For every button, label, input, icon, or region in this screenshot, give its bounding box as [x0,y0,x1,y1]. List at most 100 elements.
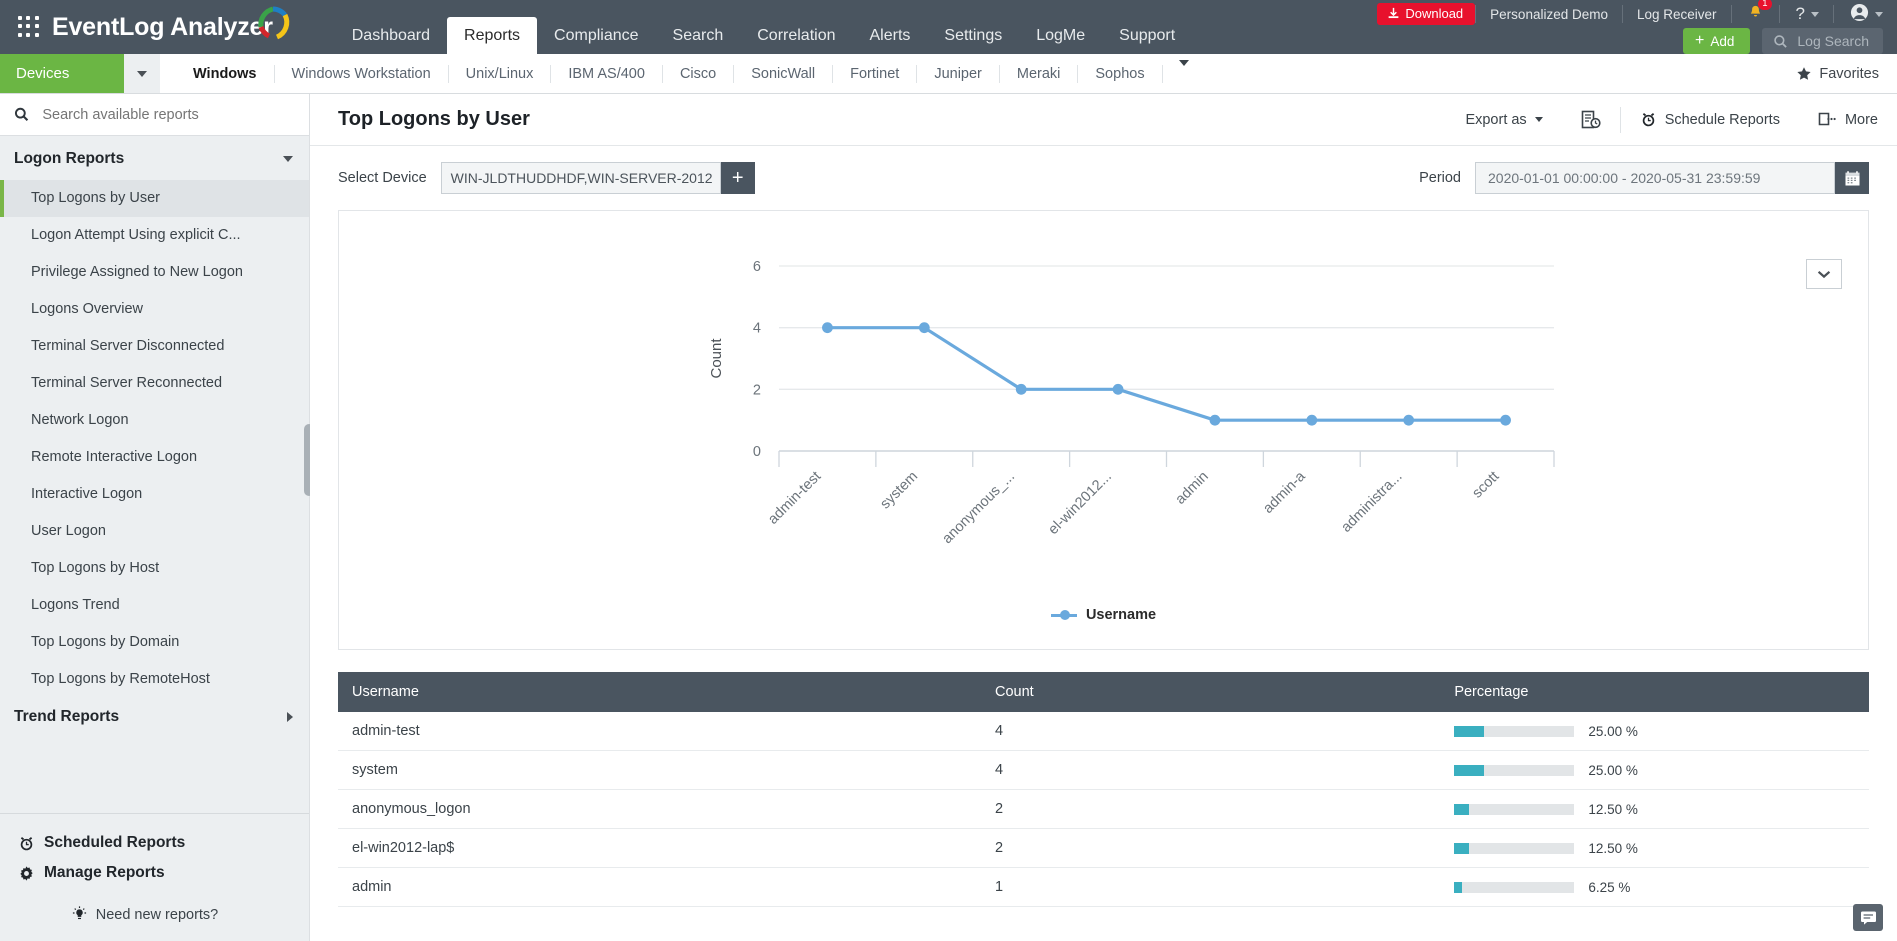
chart-data-point[interactable] [1403,414,1415,426]
column-header-count[interactable]: Count [981,672,1441,712]
sidebar-item-privilege-assigned[interactable]: Privilege Assigned to New Logon [0,254,309,291]
chart-data-point[interactable] [1112,383,1124,395]
add-button[interactable]: + Add [1683,28,1751,54]
main-navigation: Dashboard Reports Compliance Search Corr… [335,0,1192,54]
download-button[interactable]: Download [1377,3,1476,25]
personalized-demo-link[interactable]: Personalized Demo [1476,7,1622,22]
sidebar-item-top-logons-by-host[interactable]: Top Logons by Host [0,550,309,587]
chart-data-point[interactable] [1500,414,1511,426]
sidebar-item-remote-interactive-logon[interactable]: Remote Interactive Logon [0,439,309,476]
percentage-bar-fill [1454,764,1485,776]
tab-sonicwall[interactable]: SonicWall [734,64,834,83]
nav-logme[interactable]: LogMe [1019,18,1102,54]
column-header-percentage[interactable]: Percentage [1440,672,1869,712]
sidebar-section-label: Logon Reports [14,150,125,167]
export-as-dropdown[interactable]: Export as [1446,112,1561,128]
tab-windows[interactable]: Windows [176,64,275,83]
chart-data-point[interactable] [1306,414,1318,426]
cell-percentage: 12.50 % [1440,789,1869,829]
tab-meraki[interactable]: Meraki [1000,64,1079,83]
sidebar-item-logons-overview[interactable]: Logons Overview [0,291,309,328]
sidebar-item-top-logons-by-user[interactable]: Top Logons by User [0,180,309,217]
user-avatar-icon[interactable] [1834,3,1875,26]
table-row[interactable]: system 4 25.00 % [338,750,1869,790]
lightbulb-icon [72,906,86,920]
nav-dashboard[interactable]: Dashboard [335,18,447,54]
calendar-picker-button[interactable] [1835,162,1869,194]
sidebar-item-terminal-server-disconnected[interactable]: Terminal Server Disconnected [0,328,309,365]
sidebar-item-logons-trend[interactable]: Logons Trend [0,587,309,624]
manage-reports-link[interactable]: Manage Reports [0,858,309,888]
y-axis-tick-label: 6 [753,259,761,275]
nav-search[interactable]: Search [656,18,741,54]
table-row[interactable]: el-win2012-lap$ 2 12.50 % [338,828,1869,868]
table-row[interactable]: admin 1 6.25 % [338,867,1869,907]
add-device-button[interactable]: + [720,162,755,194]
log-search-input[interactable]: Log Search [1762,28,1883,54]
nav-compliance[interactable]: Compliance [537,18,655,54]
help-chevron-down-icon[interactable] [1811,11,1819,17]
page-title: Top Logons by User [338,108,530,130]
devices-chevron-down-icon[interactable] [124,54,160,93]
search-input[interactable] [40,105,295,124]
chart-data-point[interactable] [822,322,833,334]
schedule-reports-button[interactable]: Schedule Reports [1621,111,1799,128]
sidebar-item-interactive-logon[interactable]: Interactive Logon [0,476,309,513]
legend-label-username[interactable]: Username [1086,607,1156,623]
tab-fortinet[interactable]: Fortinet [833,64,918,83]
nav-support[interactable]: Support [1102,18,1192,54]
tab-juniper[interactable]: Juniper [917,64,1000,83]
chart-data-point[interactable] [1015,383,1027,395]
notifications-bell-icon[interactable]: 1 [1732,0,1779,24]
log-receiver-link[interactable]: Log Receiver [1623,7,1731,22]
more-button[interactable]: More [1799,111,1897,128]
y-axis-title: Count [708,338,725,379]
app-grid-icon[interactable] [16,14,42,40]
chevron-down-icon [1534,117,1543,122]
sidebar-item-user-logon[interactable]: User Logon [0,513,309,550]
favorites-button[interactable]: Favorites [1796,54,1897,93]
table-row[interactable]: anonymous_logon 2 12.50 % [338,789,1869,829]
brand-logo[interactable]: EventLog Analyzer [52,6,289,42]
chevron-right-icon[interactable] [287,712,293,722]
tab-windows-workstation[interactable]: Windows Workstation [275,64,449,83]
table-row[interactable]: admin-test 4 25.00 % [338,712,1869,751]
chat-support-button[interactable] [1853,904,1883,931]
sidebar-item-network-logon[interactable]: Network Logon [0,402,309,439]
sidebar-item-terminal-server-reconnected[interactable]: Terminal Server Reconnected [0,365,309,402]
tab-sophos[interactable]: Sophos [1078,64,1163,83]
chart-data-point[interactable] [918,322,930,334]
sidebar-section-logon-reports[interactable]: Logon Reports [0,136,309,180]
sidebar-search-box[interactable] [0,94,309,136]
need-new-reports-link[interactable]: Need new reports? [0,888,309,933]
nav-correlation[interactable]: Correlation [740,18,852,54]
chevron-down-icon[interactable] [283,156,293,162]
report-history-button[interactable] [1562,110,1620,129]
sidebar-item-logon-attempt-explicit[interactable]: Logon Attempt Using explicit C... [0,217,309,254]
period-field[interactable]: 2020-01-01 00:00:00 - 2020-05-31 23:59:5… [1475,162,1835,194]
tab-unix-linux[interactable]: Unix/Linux [449,64,552,83]
content-header-actions: Export as Schedule Reports More [1446,94,1897,146]
nav-reports[interactable]: Reports [447,17,538,54]
chevron-down-icon [1817,270,1831,278]
chart-data-point[interactable] [1209,414,1221,426]
scheduled-reports-label: Scheduled Reports [44,834,186,851]
select-device-field[interactable]: WIN-JLDTHUDDHDF,WIN-SERVER-2012 [440,162,721,194]
tab-cisco[interactable]: Cisco [663,64,735,83]
column-header-username[interactable]: Username [338,672,982,712]
tab-overflow-chevron-down-icon[interactable] [1163,59,1205,83]
nav-alerts[interactable]: Alerts [853,18,928,54]
sidebar-item-top-logons-by-remotehost[interactable]: Top Logons by RemoteHost [0,661,309,698]
sidebar-item-top-logons-by-domain[interactable]: Top Logons by Domain [0,624,309,661]
sidebar-section-trend-reports[interactable]: Trend Reports [0,698,309,736]
devices-dropdown-button[interactable]: Devices [0,54,160,93]
scheduled-reports-link[interactable]: Scheduled Reports [0,828,309,858]
sidebar: Logon Reports Top Logons by User Logon A… [0,94,314,941]
user-chevron-down-icon[interactable] [1875,11,1883,17]
chart-options-dropdown[interactable] [1806,259,1842,289]
tab-ibm-as400[interactable]: IBM AS/400 [551,64,663,83]
help-icon[interactable]: ? [1780,4,1811,24]
x-axis-tick-label: admin-test [765,469,824,528]
nav-settings[interactable]: Settings [927,18,1019,54]
